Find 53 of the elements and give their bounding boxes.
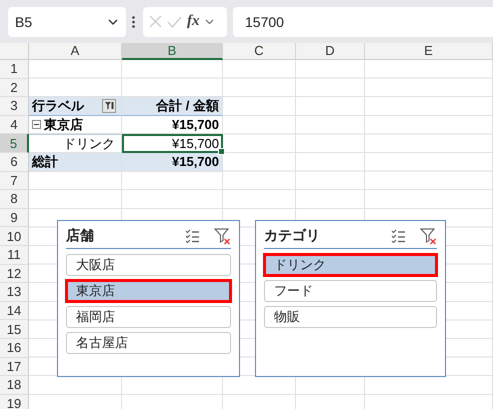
- name-box[interactable]: B5: [8, 6, 126, 36]
- table-cell[interactable]: ¥15,700: [122, 116, 223, 134]
- row-header[interactable]: 10: [0, 227, 29, 246]
- slicer-item[interactable]: 名古屋店: [66, 332, 231, 354]
- row-header[interactable]: 6: [0, 152, 29, 172]
- row-header[interactable]: 17: [0, 358, 29, 376]
- row-header[interactable]: 5: [0, 134, 29, 153]
- row-header[interactable]: 13: [0, 283, 29, 302]
- checklist-icon[interactable]: [391, 229, 406, 243]
- row-header[interactable]: 19: [0, 394, 29, 409]
- row-header[interactable]: 9: [0, 208, 29, 228]
- row-header[interactable]: 16: [0, 338, 29, 358]
- slicer-title: 店舗: [66, 227, 95, 245]
- slicer-item[interactable]: 福岡店: [66, 306, 231, 328]
- check-icon[interactable]: [167, 16, 182, 28]
- clear-filter-icon[interactable]: [214, 228, 231, 244]
- table-cell[interactable]: 合計 / 金額: [122, 97, 223, 116]
- row-header[interactable]: 1: [0, 60, 29, 79]
- row-header[interactable]: 7: [0, 172, 29, 190]
- table-cell[interactable]: ¥15,700: [122, 152, 223, 172]
- slicer-item[interactable]: 大阪店: [66, 254, 231, 276]
- table-cell-text: 行ラベル: [32, 96, 86, 115]
- filter-button[interactable]: [102, 98, 116, 113]
- slicer-item[interactable]: 東京店: [66, 280, 231, 302]
- table-cell[interactable]: ドリンク: [29, 134, 122, 153]
- row-header[interactable]: 12: [0, 264, 29, 284]
- column-header[interactable]: E: [365, 43, 493, 60]
- row-header[interactable]: 2: [0, 78, 29, 98]
- slicer-item[interactable]: ドリンク: [264, 254, 437, 276]
- slicer-item[interactable]: フード: [264, 280, 437, 302]
- table-cell[interactable]: ¥15,700: [122, 134, 223, 153]
- column-header[interactable]: B: [122, 43, 223, 60]
- collapse-icon[interactable]: [32, 120, 41, 130]
- column-header[interactable]: C: [223, 43, 296, 60]
- row-header[interactable]: 18: [0, 376, 29, 395]
- more-icon[interactable]: [132, 16, 135, 28]
- row-header[interactable]: 8: [0, 190, 29, 209]
- chevron-down-icon[interactable]: [204, 18, 214, 24]
- row-header[interactable]: 14: [0, 302, 29, 320]
- slicer-title: カテゴリ: [264, 227, 321, 245]
- checklist-icon[interactable]: [185, 229, 200, 243]
- row-header[interactable]: 3: [0, 97, 29, 116]
- function-button[interactable]: fx: [187, 13, 200, 30]
- formula-bar[interactable]: 15700: [233, 6, 493, 36]
- row-header[interactable]: 4: [0, 116, 29, 134]
- row-header[interactable]: 15: [0, 320, 29, 339]
- clear-filter-icon[interactable]: [420, 228, 437, 244]
- column-header[interactable]: D: [296, 43, 365, 60]
- table-cell-text: 東京店: [44, 116, 84, 134]
- row-header[interactable]: 11: [0, 246, 29, 265]
- column-header[interactable]: A: [29, 43, 122, 60]
- slicer-item[interactable]: 物販: [264, 306, 437, 328]
- table-cell[interactable]: 総計: [29, 152, 122, 172]
